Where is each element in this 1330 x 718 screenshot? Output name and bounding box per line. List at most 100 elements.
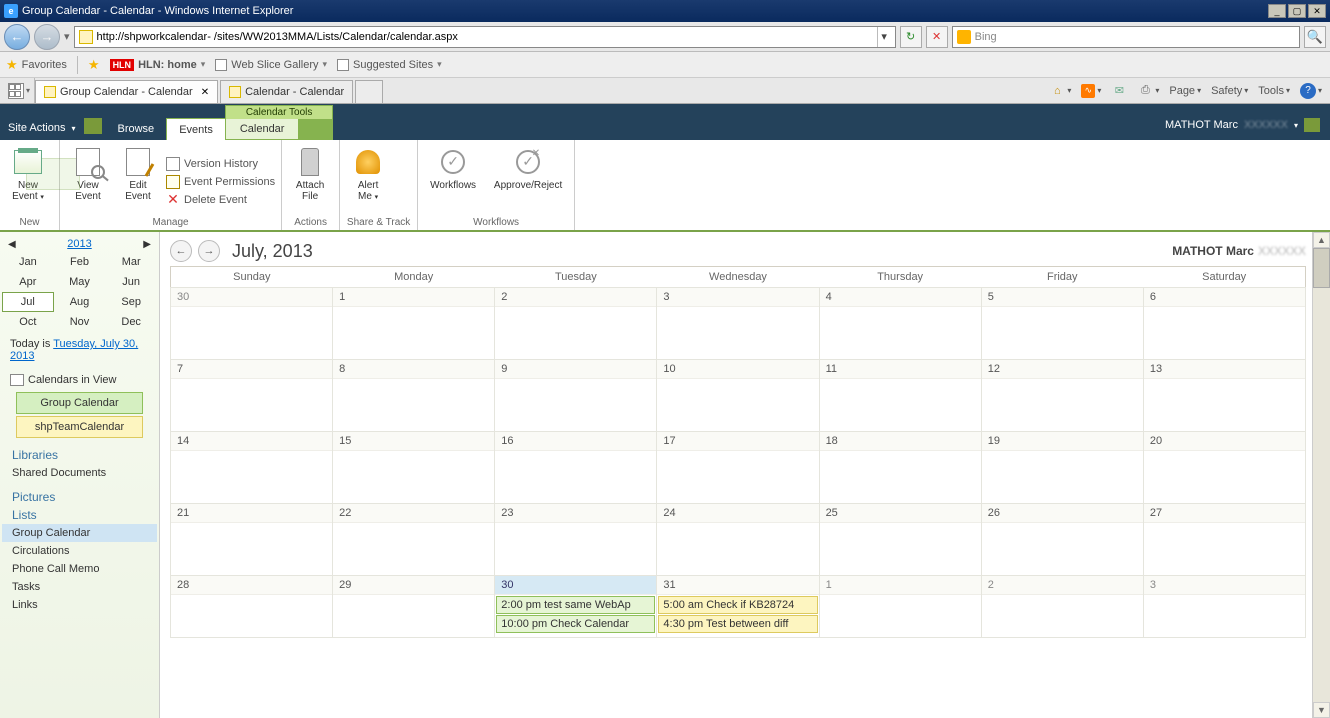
mail-button[interactable]: ✉ (1111, 83, 1127, 99)
month-jan[interactable]: Jan (2, 252, 54, 272)
prev-month-button[interactable]: ← (170, 240, 192, 262)
user-name[interactable]: MATHOT Marc (1165, 119, 1238, 131)
calendar-cell[interactable]: 25 (819, 504, 981, 576)
nav-tasks[interactable]: Tasks (2, 578, 157, 596)
approve-reject-button[interactable]: ✓ Approve/Reject (488, 142, 568, 217)
calendar-cell[interactable]: 22 (333, 504, 495, 576)
quick-tabs-button[interactable] (8, 83, 24, 99)
calendar-cell[interactable]: 29 (333, 576, 495, 638)
calendar-tab[interactable]: Calendar (226, 119, 300, 139)
address-dropdown-icon[interactable]: ▾ (877, 27, 891, 47)
forward-button[interactable]: → (34, 24, 60, 50)
calendar-cell[interactable]: 26 (981, 504, 1143, 576)
prev-year-button[interactable]: ◀ (8, 239, 16, 250)
month-apr[interactable]: Apr (2, 272, 54, 292)
calendar-overlay-group[interactable]: Group Calendar (16, 392, 143, 414)
month-mar[interactable]: Mar (105, 252, 157, 272)
site-actions-menu[interactable]: Site Actions▾ (0, 122, 84, 140)
nav-lists[interactable]: Lists (2, 506, 157, 524)
month-jun[interactable]: Jun (105, 272, 157, 292)
edit-event-button[interactable]: Edit Event (116, 142, 160, 217)
calendar-cell[interactable]: 20 (1143, 432, 1305, 504)
workflows-button[interactable]: ✓ Workflows (424, 142, 482, 217)
month-feb[interactable]: Feb (54, 252, 106, 272)
attach-file-button[interactable]: Attach File (288, 142, 332, 217)
calendar-cell[interactable]: 302:00 pm test same WebAp10:00 pm Check … (495, 576, 657, 638)
minimize-button[interactable]: _ (1268, 4, 1286, 18)
calendar-cell[interactable]: 19 (981, 432, 1143, 504)
version-history-button[interactable]: Version History (166, 157, 275, 171)
calendar-event[interactable]: 2:00 pm test same WebAp (496, 596, 655, 614)
nav-pictures[interactable]: Pictures (2, 482, 157, 506)
nav-links[interactable]: Links (2, 596, 157, 614)
search-box[interactable]: Bing (952, 26, 1300, 48)
calendar-cell[interactable]: 14 (171, 432, 333, 504)
search-button[interactable]: 🔍 (1304, 26, 1326, 48)
event-permissions-button[interactable]: Event Permissions (166, 175, 275, 189)
calendar-cell[interactable]: 1 (819, 576, 981, 638)
scroll-up-icon[interactable]: ▲ (1313, 232, 1330, 248)
close-tab-icon[interactable]: ✕ (201, 87, 209, 98)
next-month-button[interactable]: → (198, 240, 220, 262)
nav-shared-documents[interactable]: Shared Documents (2, 464, 157, 482)
calendar-event[interactable]: 10:00 pm Check Calendar (496, 615, 655, 633)
scroll-thumb[interactable] (1313, 248, 1330, 288)
tab-calendar[interactable]: Calendar - Calendar (220, 80, 353, 103)
calendar-cell[interactable]: 2 (495, 288, 657, 360)
events-tab[interactable]: Events (166, 118, 226, 141)
next-year-button[interactable]: ▶ (143, 239, 151, 250)
calendar-cell[interactable]: 27 (1143, 504, 1305, 576)
home-button[interactable]: ⌂▾ (1049, 83, 1071, 99)
alert-me-button[interactable]: Alert Me ▾ (346, 142, 390, 217)
calendar-cell[interactable]: 3 (1143, 576, 1305, 638)
calendar-cell[interactable]: 30 (171, 288, 333, 360)
page-menu[interactable]: Page▾ (1169, 85, 1201, 97)
calendar-cell[interactable]: 315:00 am Check if KB287244:30 pm Test b… (657, 576, 819, 638)
month-nov[interactable]: Nov (54, 312, 106, 332)
suggested-sites-link[interactable]: Suggested Sites▾ (337, 59, 442, 71)
user-dropdown-icon[interactable]: ▾ (1294, 121, 1298, 130)
month-dec[interactable]: Dec (105, 312, 157, 332)
calendar-cell[interactable]: 5 (981, 288, 1143, 360)
back-button[interactable]: ← (4, 24, 30, 50)
month-aug[interactable]: Aug (54, 292, 106, 312)
address-bar[interactable]: http://shpworkcalendar- /sites/WW2013MMA… (74, 26, 896, 48)
calendar-cell[interactable]: 3 (657, 288, 819, 360)
webslice-link[interactable]: Web Slice Gallery▾ (215, 59, 327, 71)
calendar-cell[interactable]: 17 (657, 432, 819, 504)
print-button[interactable]: ⎙▾ (1137, 83, 1159, 99)
scroll-down-icon[interactable]: ▼ (1313, 702, 1330, 718)
navigate-up-button[interactable] (84, 118, 102, 134)
calendar-event[interactable]: 5:00 am Check if KB28724 (658, 596, 817, 614)
calendar-cell[interactable]: 11 (819, 360, 981, 432)
dropdown-history-icon[interactable]: ▾ (64, 30, 70, 43)
new-tab-button[interactable] (355, 80, 383, 103)
calendar-cell[interactable]: 9 (495, 360, 657, 432)
nav-phone-call-memo[interactable]: Phone Call Memo (2, 560, 157, 578)
tab-group-calendar[interactable]: Group Calendar - Calendar ✕ (35, 80, 218, 103)
calendar-cell[interactable]: 18 (819, 432, 981, 504)
tools-menu[interactable]: Tools▾ (1258, 85, 1290, 97)
scroll-track[interactable] (1313, 288, 1330, 702)
browse-tab[interactable]: Browse (106, 118, 167, 140)
favorites-button[interactable]: ★Favorites (6, 57, 67, 73)
month-jul[interactable]: Jul (2, 292, 54, 312)
calendar-cell[interactable]: 6 (1143, 288, 1305, 360)
calendar-cell[interactable]: 24 (657, 504, 819, 576)
calendar-cell[interactable]: 13 (1143, 360, 1305, 432)
nav-group-calendar[interactable]: Group Calendar (2, 524, 157, 542)
calendar-cell[interactable]: 16 (495, 432, 657, 504)
hln-home-link[interactable]: HLNHLN: home▾ (110, 59, 206, 71)
nav-libraries[interactable]: Libraries (2, 440, 157, 464)
safety-menu[interactable]: Safety▾ (1211, 85, 1248, 97)
nav-circulations[interactable]: Circulations (2, 542, 157, 560)
calendar-cell[interactable]: 2 (981, 576, 1143, 638)
rss-button[interactable]: ∿▾ (1081, 84, 1101, 98)
delete-event-button[interactable]: ✕Delete Event (166, 193, 275, 207)
scrollbar[interactable]: ▲ ▼ (1312, 232, 1330, 718)
calendar-cell[interactable]: 4 (819, 288, 981, 360)
calendar-cell[interactable]: 12 (981, 360, 1143, 432)
maximize-button[interactable]: ▢ (1288, 4, 1306, 18)
calendar-cell[interactable]: 28 (171, 576, 333, 638)
calendar-cell[interactable]: 1 (333, 288, 495, 360)
